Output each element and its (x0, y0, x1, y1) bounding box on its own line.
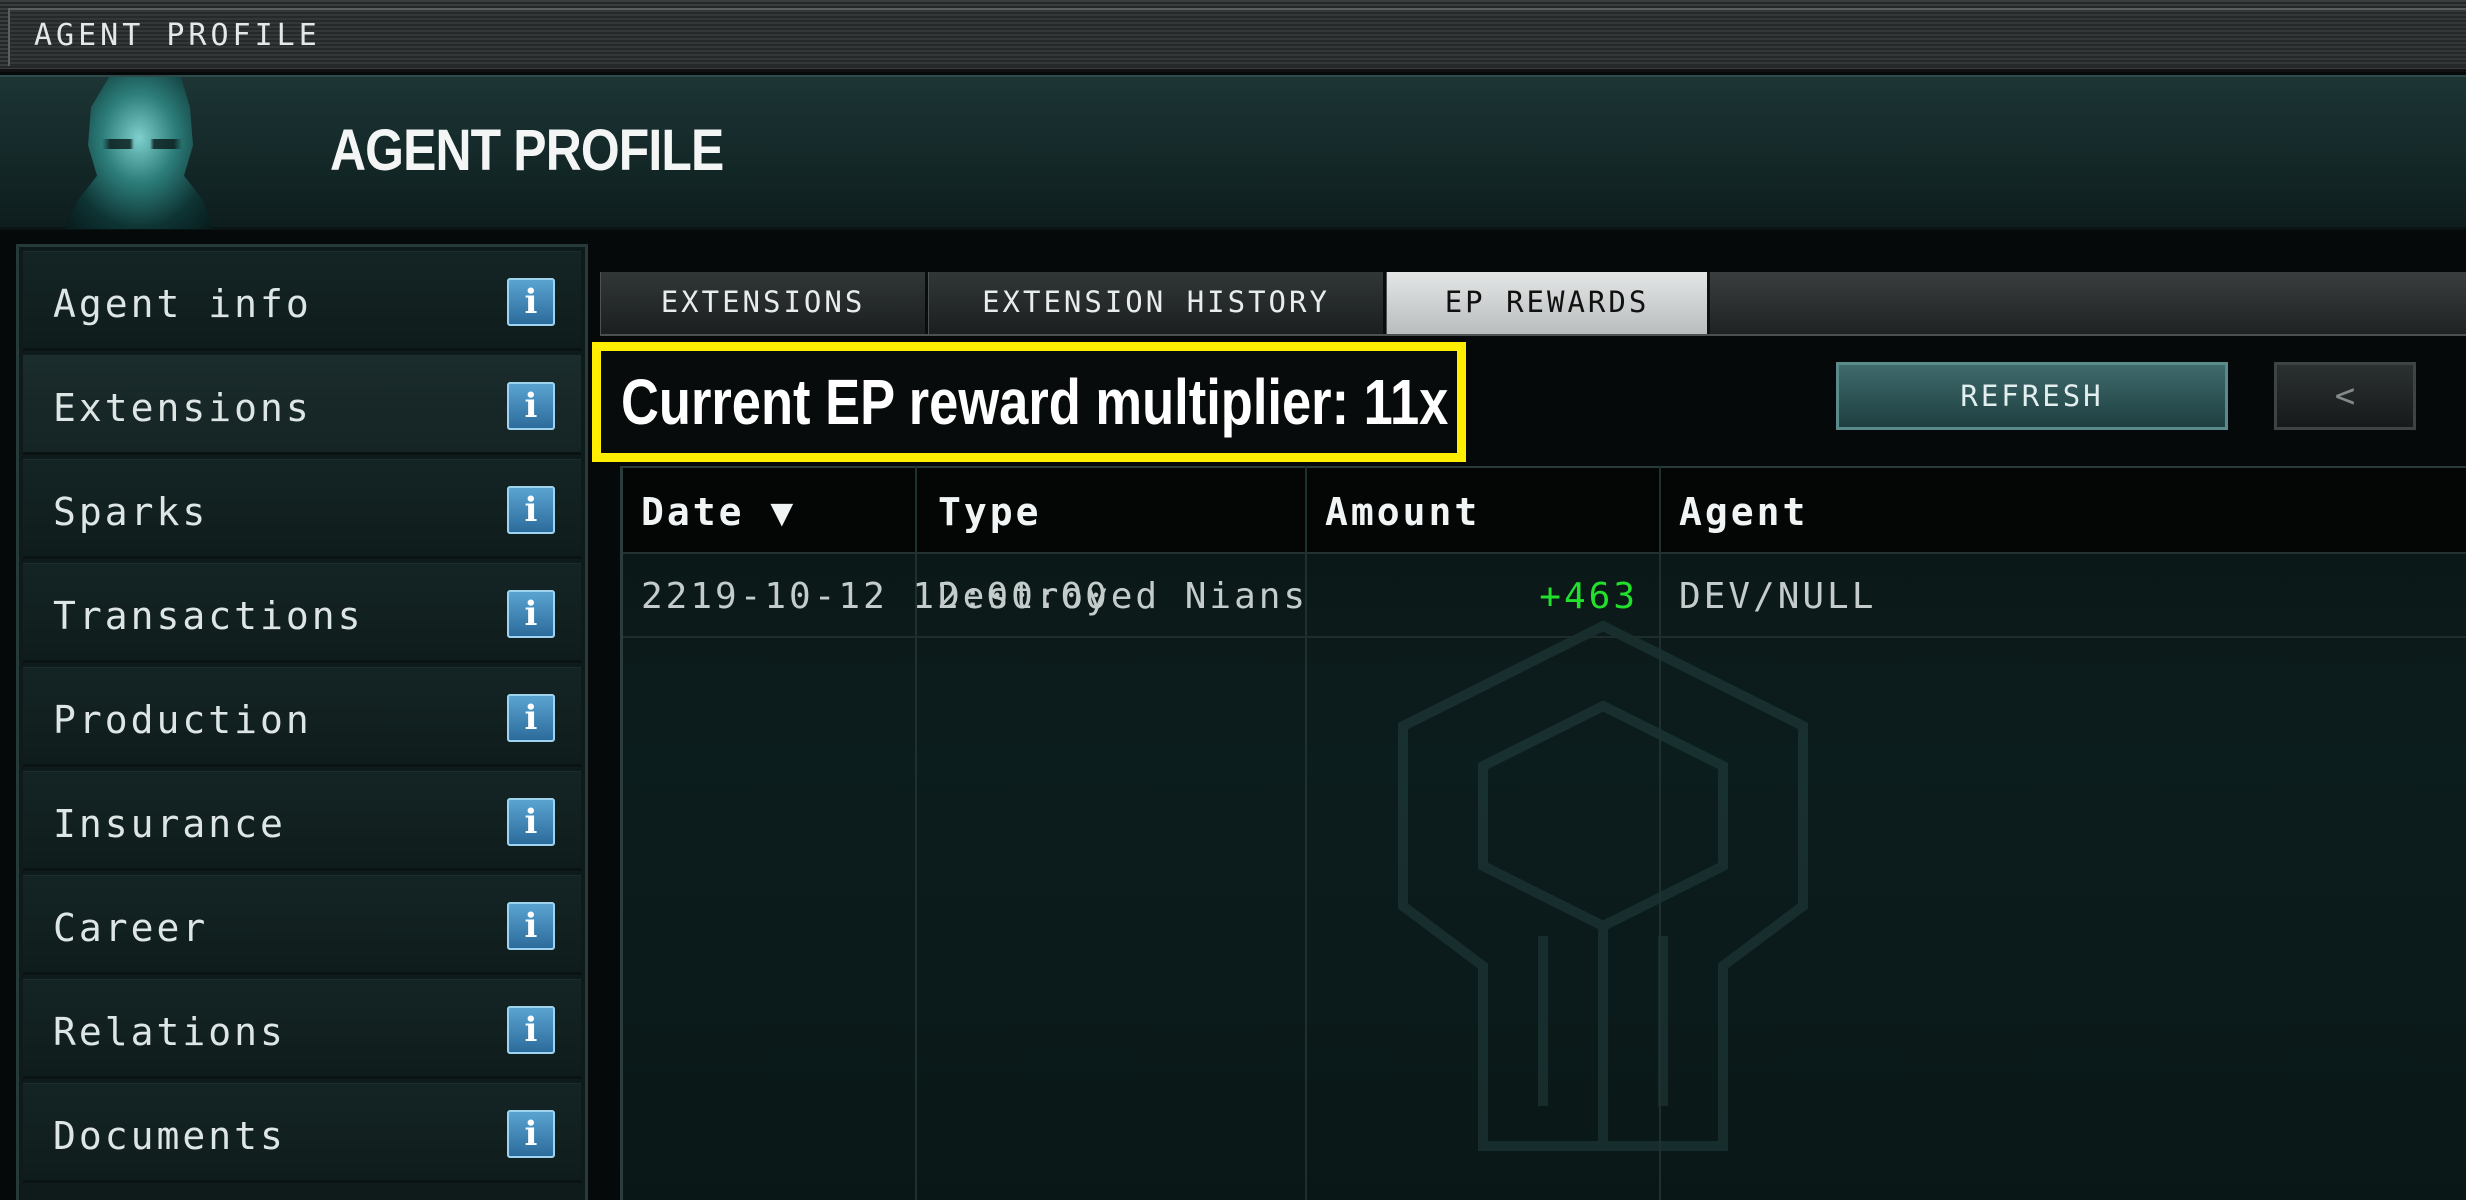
column-header-date[interactable]: Date ▼ (641, 490, 796, 534)
sidebar-item-label: Documents (53, 1114, 286, 1158)
ep-rewards-table: Date ▼ Type Amount Agent 2219-10-12 12:0… (620, 466, 2466, 1200)
sidebar-item-documents[interactable]: Documents i (23, 1083, 581, 1183)
info-icon[interactable]: i (507, 902, 555, 950)
column-header-amount[interactable]: Amount (1325, 490, 1480, 534)
info-icon[interactable]: i (507, 798, 555, 846)
main-panel: EXTENSIONS EXTENSION HISTORY EP REWARDS … (592, 232, 2466, 1200)
tab-extension-history[interactable]: EXTENSION HISTORY (928, 272, 1386, 334)
info-icon[interactable]: i (507, 278, 555, 326)
logo-watermark-icon (1398, 620, 1808, 1151)
info-icon[interactable]: i (507, 382, 555, 430)
sidebar-item-insurance[interactable]: Insurance i (23, 771, 581, 871)
sidebar-item-production[interactable]: Production i (23, 667, 581, 767)
refresh-button[interactable]: REFRESH (1836, 362, 2228, 430)
app-window: AGENT PROFILE AGENT PROFILE Agent info i… (0, 0, 2466, 1200)
info-icon[interactable]: i (507, 694, 555, 742)
info-icon[interactable]: i (507, 1006, 555, 1054)
window-title: AGENT PROFILE (34, 18, 321, 53)
ep-multiplier-text: Current EP reward multiplier: 11x (621, 366, 1449, 438)
sidebar-item-career[interactable]: Career i (23, 875, 581, 975)
sidebar-item-sparks[interactable]: Sparks i (23, 459, 581, 559)
table-header: Date ▼ Type Amount Agent (623, 466, 2466, 554)
titlebar-frame (8, 8, 2466, 66)
cell-type: Destroyed Nians (938, 576, 1309, 617)
info-icon[interactable]: i (507, 486, 555, 534)
sidebar: Agent info i Extensions i Sparks i Trans… (16, 244, 588, 1200)
table-row[interactable]: 2219-10-12 12:00:00 Destroyed Nians +463… (623, 554, 2466, 638)
sidebar-item-label: Extensions (53, 386, 312, 430)
ep-multiplier-highlight: Current EP reward multiplier: 11x (592, 342, 1466, 462)
tab-bar: EXTENSIONS EXTENSION HISTORY EP REWARDS (600, 272, 2466, 336)
sidebar-item-label: Transactions (53, 594, 364, 638)
column-header-type[interactable]: Type (938, 490, 1042, 534)
window-titlebar: AGENT PROFILE (0, 0, 2466, 72)
previous-page-button[interactable]: < (2274, 362, 2416, 430)
info-icon[interactable]: i (507, 590, 555, 638)
sidebar-item-label: Career (53, 906, 209, 950)
sidebar-item-label: Insurance (53, 802, 286, 846)
agent-portrait-detail (102, 139, 182, 149)
sidebar-item-label: Production (53, 698, 312, 742)
sidebar-item-label: Agent info (53, 282, 312, 326)
agent-portrait (64, 77, 214, 229)
tab-ep-rewards[interactable]: EP REWARDS (1386, 272, 1710, 334)
tab-extensions[interactable]: EXTENSIONS (600, 272, 928, 334)
cell-agent: DEV/NULL (1679, 576, 1877, 617)
sidebar-item-agent-info[interactable]: Agent info i (23, 251, 581, 351)
sidebar-item-transactions[interactable]: Transactions i (23, 563, 581, 663)
sidebar-item-label: Relations (53, 1010, 286, 1054)
sidebar-item-extensions[interactable]: Extensions i (23, 355, 581, 455)
sidebar-item-relations[interactable]: Relations i (23, 979, 581, 1079)
page-title: AGENT PROFILE (330, 118, 724, 183)
cell-amount: +463 (1539, 576, 1638, 617)
sidebar-item-label: Sparks (53, 490, 209, 534)
column-header-agent[interactable]: Agent (1679, 490, 1808, 534)
info-icon[interactable]: i (507, 1110, 555, 1158)
profile-header: AGENT PROFILE (0, 75, 2466, 230)
